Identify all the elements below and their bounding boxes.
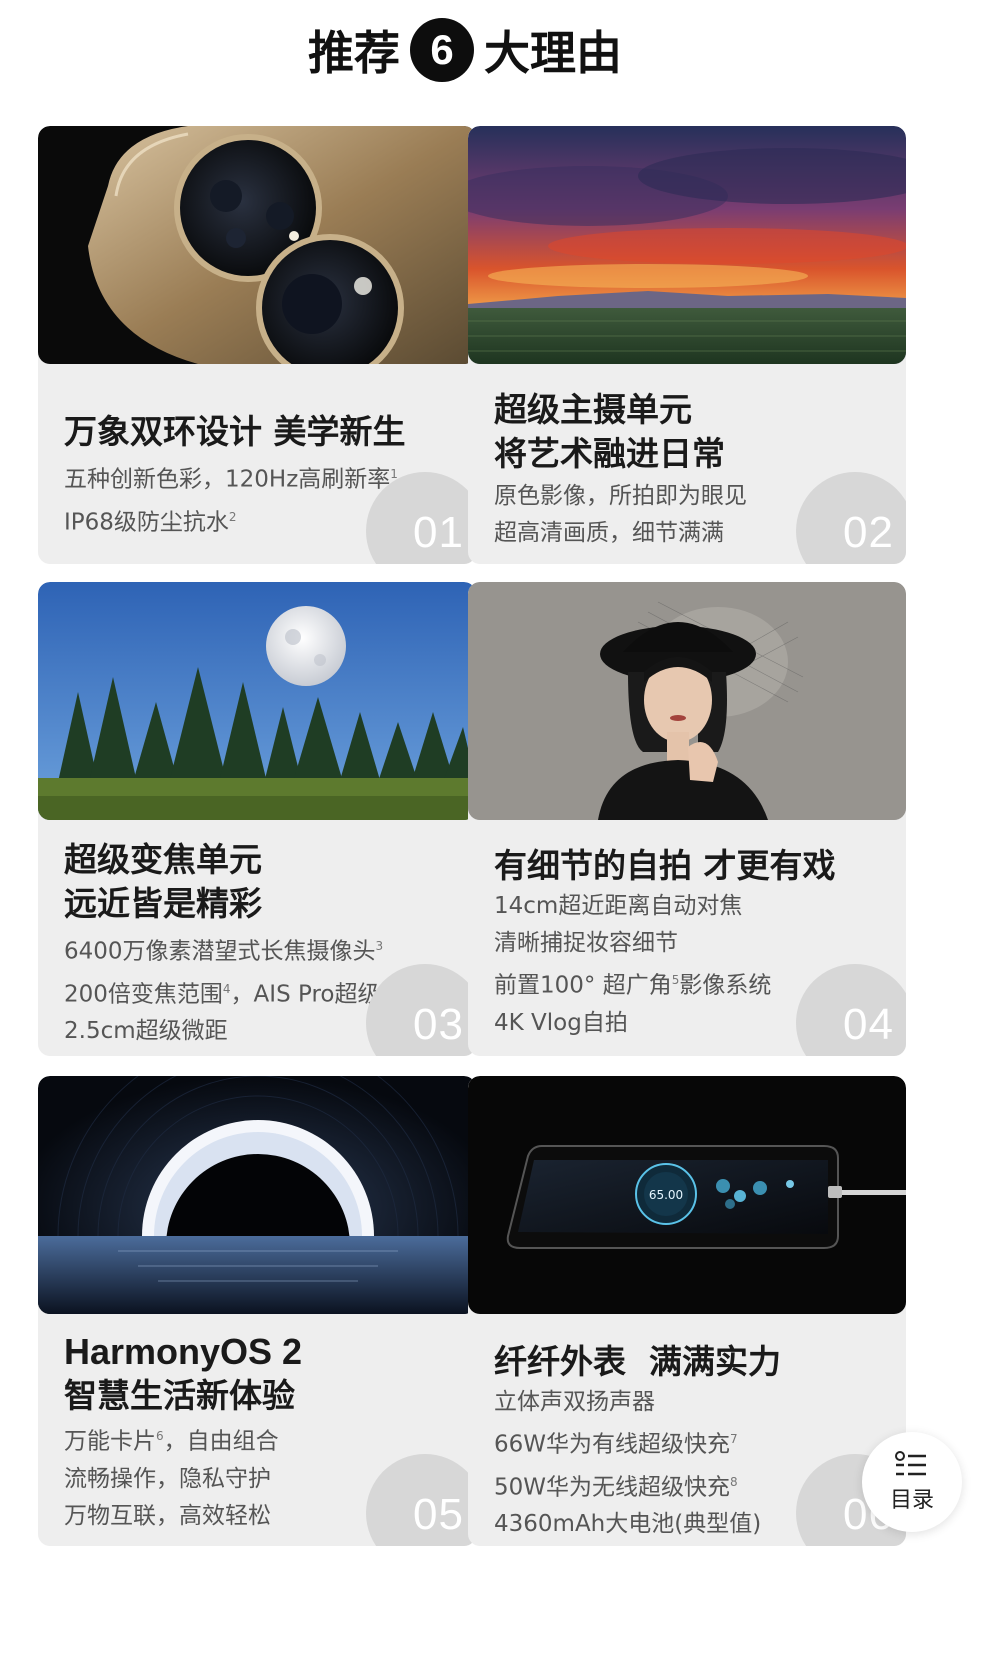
card-03-line-1: 6400万像素潜望式长焦摄像头3 bbox=[64, 938, 384, 965]
title-prefix: 推荐 bbox=[308, 26, 400, 80]
reason-card-02[interactable]: 超级主摄单元 将艺术融进日常 原色影像，所拍即为眼见 超高清画质，细节满满 02 bbox=[468, 126, 906, 564]
card-04-headline: 有细节的自拍 才更有戏 bbox=[494, 846, 836, 885]
card-06-line-1: 立体声双扬声器 bbox=[494, 1389, 655, 1415]
card-03-number: 03 bbox=[413, 1000, 464, 1049]
card-05-headline-2: 智慧生活新体验 bbox=[64, 1376, 295, 1415]
card-02-number: 02 bbox=[843, 508, 894, 557]
card-01-headline: 万象双环设计 美学新生 bbox=[64, 412, 406, 451]
card-05-number: 05 bbox=[413, 1490, 464, 1539]
card-03-headline-2: 远近皆是精彩 bbox=[64, 884, 262, 923]
selfie-portrait-image bbox=[468, 582, 906, 820]
page-title: 推荐 6 大理由 bbox=[0, 14, 930, 86]
card-05-line-1: 万能卡片6，自由组合 bbox=[64, 1428, 279, 1455]
moon-forest-image bbox=[38, 582, 476, 820]
card-06-line-2: 66W华为有线超级快充7 bbox=[494, 1431, 738, 1458]
camera-ring-design-image bbox=[38, 126, 476, 364]
card-04-line-1: 14cm超近距离自动对焦 bbox=[494, 893, 743, 919]
card-01-number: 01 bbox=[413, 508, 464, 557]
table-of-contents-button[interactable]: 目录 bbox=[862, 1432, 962, 1532]
phone-temperature: 65.00 bbox=[649, 1188, 683, 1202]
reason-card-01[interactable]: 万象双环设计 美学新生 五种创新色彩，120Hz高刷新率1 IP68级防尘抗水2… bbox=[38, 126, 476, 564]
reason-card-04[interactable]: 有细节的自拍 才更有戏 14cm超近距离自动对焦 清晰捕捉妆容细节 前置100°… bbox=[468, 582, 906, 1056]
title-number-badge: 6 bbox=[410, 18, 474, 82]
card-02-headline-2: 将艺术融进日常 bbox=[494, 434, 725, 473]
sunset-landscape-image bbox=[468, 126, 906, 364]
reason-card-06[interactable]: 65.00 纤纤外表 满满实力 立体声双扬声器 66W华为有线超级快充7 50W… bbox=[468, 1076, 906, 1546]
reason-card-05[interactable]: HarmonyOS 2 智慧生活新体验 万能卡片6，自由组合 流畅操作，隐私守护… bbox=[38, 1076, 476, 1546]
card-04-number: 04 bbox=[843, 1000, 894, 1049]
charging-phone-image: 65.00 bbox=[468, 1076, 906, 1314]
card-02-headline-1: 超级主摄单元 bbox=[494, 390, 692, 429]
card-04-line-2: 清晰捕捉妆容细节 bbox=[494, 930, 678, 956]
card-06-headline: 纤纤外表 满满实力 bbox=[494, 1342, 781, 1381]
title-suffix: 大理由 bbox=[484, 26, 622, 80]
toc-label: 目录 bbox=[889, 1488, 934, 1513]
card-05-headline-1: HarmonyOS 2 bbox=[64, 1331, 303, 1372]
card-03-headline-1: 超级变焦单元 bbox=[64, 840, 262, 879]
harmonyos-ring-image bbox=[38, 1076, 476, 1314]
list-menu-icon bbox=[895, 1451, 926, 1476]
reason-card-03[interactable]: 超级变焦单元 远近皆是精彩 6400万像素潜望式长焦摄像头3 200倍变焦范围4… bbox=[38, 582, 476, 1056]
